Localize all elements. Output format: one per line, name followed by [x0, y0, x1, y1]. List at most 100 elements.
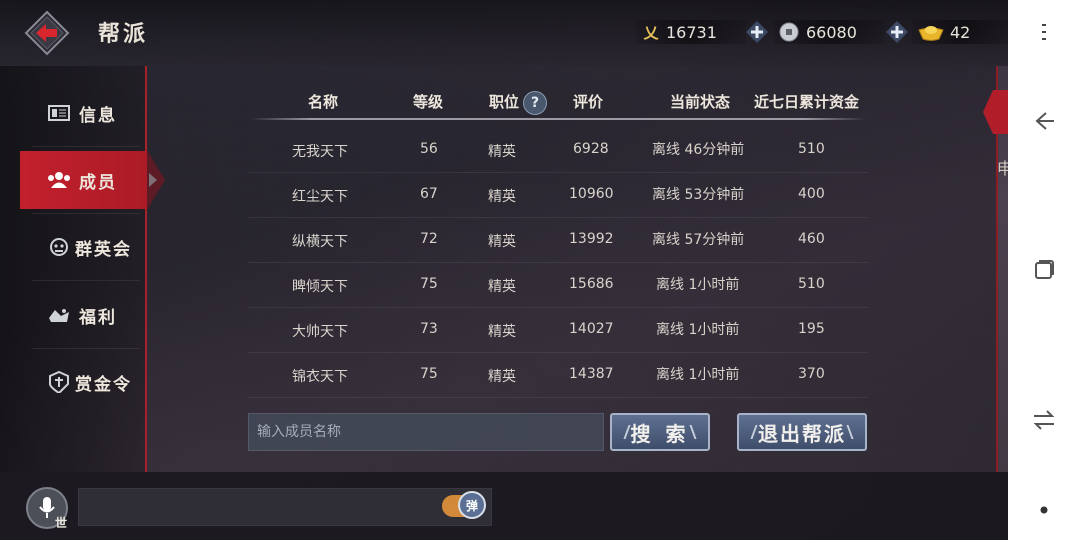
member-search-input[interactable]: [248, 413, 604, 451]
member-rating: 10960: [569, 186, 614, 202]
table-row[interactable]: 无我天下 56 精英 6928 离线 46分钟前 510: [248, 128, 868, 172]
sidebar-item-label: 赏金令: [75, 374, 132, 395]
member-position: 精英: [488, 234, 516, 250]
member-level: 67: [420, 186, 438, 202]
search-button[interactable]: 搜 索: [610, 413, 710, 451]
barrage-toggle-knob[interactable]: 弹: [458, 491, 486, 519]
member-status: 离线 1小时前: [656, 367, 740, 383]
bounty-icon: [47, 371, 71, 393]
add-currency-button[interactable]: [886, 20, 908, 44]
member-status: 离线 57分钟前: [652, 232, 745, 248]
column-header-rating: 评价: [573, 93, 604, 111]
position-help-button[interactable]: ?: [523, 91, 547, 115]
member-rating: 15686: [569, 276, 614, 292]
currency-yi: 乂 16731: [636, 20, 746, 44]
members-icon: [47, 169, 71, 191]
divider: [32, 146, 140, 147]
coin-icon: [778, 21, 800, 43]
table-header: 名称 等级 职位 ? 评价 当前状态 近七日累计资金: [248, 88, 868, 116]
header-divider: [250, 118, 866, 120]
plus-icon: [886, 21, 908, 43]
heroes-icon: [47, 236, 71, 258]
column-header-status: 当前状态: [670, 93, 731, 111]
column-header-funds: 近七日累计资金: [754, 93, 860, 111]
sidebar-item-label: 福利: [79, 307, 117, 328]
microphone-icon: [39, 497, 55, 518]
sidebar-item-members[interactable]: 成员: [27, 152, 144, 208]
sidebar-item-bounty[interactable]: 赏金令: [27, 354, 144, 410]
sidebar-item-label: 成员: [79, 172, 117, 193]
member-rating: 14027: [569, 321, 614, 337]
member-status: 离线 53分钟前: [652, 187, 745, 203]
currency-value: 16731: [666, 22, 717, 42]
row-divider: [248, 397, 868, 398]
welfare-icon: [47, 304, 71, 326]
column-header-level: 等级: [413, 93, 444, 111]
menu-icon[interactable]: [1024, 16, 1064, 48]
plus-icon: [746, 21, 768, 43]
member-rating: 6928: [573, 141, 609, 157]
chat-message-box[interactable]: [78, 488, 492, 526]
member-position: 精英: [488, 279, 516, 295]
member-position: 精英: [488, 369, 516, 385]
member-name: 纵横天下: [292, 234, 348, 250]
member-funds: 460: [798, 231, 825, 247]
member-position: 精英: [488, 189, 516, 205]
member-name: 无我天下: [292, 144, 348, 160]
member-name: 红尘天下: [292, 189, 348, 205]
back-arrow-icon: [24, 10, 70, 56]
chat-channel-tag: 世: [55, 516, 68, 530]
info-icon: [47, 102, 71, 124]
member-funds: 400: [798, 186, 825, 202]
top-bar: 帮派 乂 16731 66080 42: [0, 0, 1012, 66]
switch-apps-icon[interactable]: [1024, 404, 1064, 436]
member-level: 56: [420, 141, 438, 157]
member-level: 73: [420, 321, 438, 337]
gold-ingot-icon: [916, 21, 946, 43]
member-funds: 510: [798, 141, 825, 157]
yi-currency-icon: 乂: [643, 23, 659, 42]
back-button[interactable]: [24, 10, 70, 56]
sidebar-item-label: 群英会: [75, 239, 132, 260]
member-level: 72: [420, 231, 438, 247]
dot-icon[interactable]: [1024, 494, 1064, 526]
member-funds: 510: [798, 276, 825, 292]
table-row[interactable]: 锦衣天下 75 精英 14387 离线 1小时前 370: [248, 353, 868, 397]
table-row[interactable]: 纵横天下 72 精英 13992 离线 57分钟前 460: [248, 218, 868, 262]
sidebar-item-welfare[interactable]: 福利: [27, 287, 144, 343]
divider: [32, 213, 140, 214]
member-position: 精英: [488, 324, 516, 340]
column-header-name: 名称: [308, 93, 339, 111]
table-row[interactable]: 大帅天下 73 精英 14027 离线 1小时前 195: [248, 308, 868, 352]
member-name: 睥倾天下: [292, 279, 348, 295]
table-row[interactable]: 红尘天下 67 精英 10960 离线 53分钟前 400: [248, 173, 868, 217]
sidebar-item-heroes[interactable]: 群英会: [27, 219, 144, 275]
table-row[interactable]: 睥倾天下 75 精英 15686 离线 1小时前 510: [248, 263, 868, 307]
divider: [32, 348, 140, 349]
member-name: 大帅天下: [292, 324, 348, 340]
page-title: 帮派: [98, 22, 149, 47]
member-position: 精英: [488, 144, 516, 160]
currency-value: 42: [950, 22, 971, 42]
divider: [32, 280, 140, 281]
member-status: 离线 1小时前: [656, 277, 740, 293]
add-currency-button[interactable]: [746, 20, 768, 44]
member-level: 75: [420, 366, 438, 382]
member-funds: 370: [798, 366, 825, 382]
member-status: 离线 46分钟前: [652, 142, 745, 158]
member-rating: 13992: [569, 231, 614, 247]
quit-guild-button[interactable]: 退出帮派: [737, 413, 867, 451]
member-rating: 14387: [569, 366, 614, 382]
column-header-position: 职位: [489, 93, 520, 111]
recent-apps-icon[interactable]: [1024, 254, 1064, 286]
back-icon[interactable]: [1024, 105, 1064, 137]
member-name: 锦衣天下: [292, 369, 348, 385]
currency-gold: 42: [912, 20, 1012, 44]
member-level: 75: [420, 276, 438, 292]
sidebar-item-label: 信息: [79, 105, 117, 126]
sidebar-item-info[interactable]: 信息: [27, 85, 144, 141]
member-funds: 195: [798, 321, 825, 337]
currency-value: 66080: [806, 22, 857, 42]
currency-coin: 66080: [774, 20, 884, 44]
member-status: 离线 1小时前: [656, 322, 740, 338]
